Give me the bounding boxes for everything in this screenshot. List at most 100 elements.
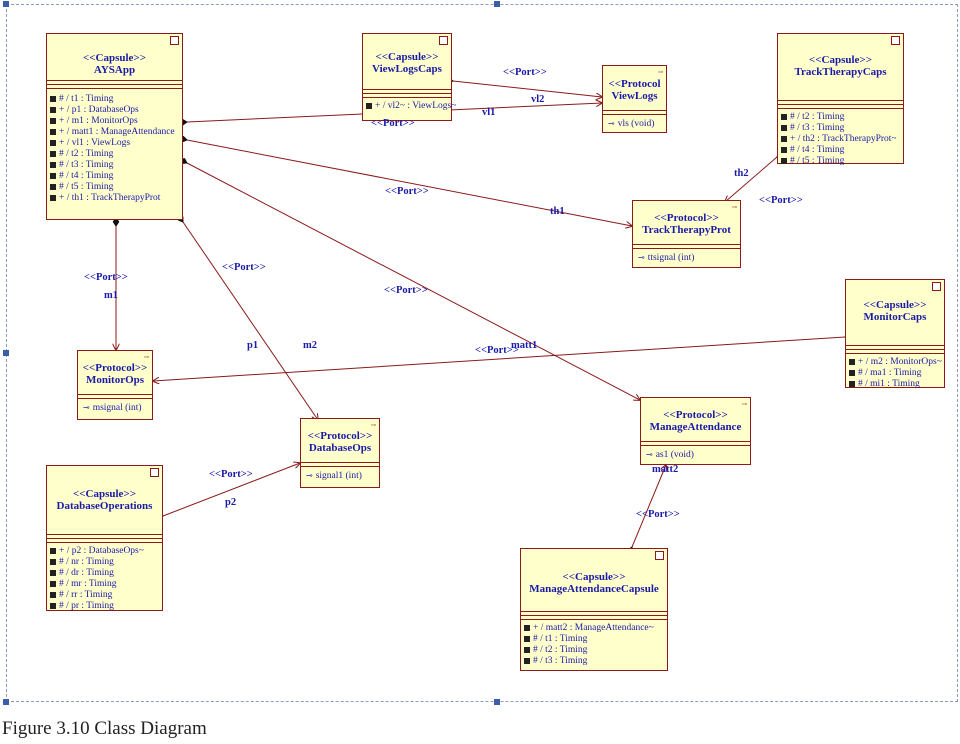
attribute-icon (781, 157, 787, 164)
port-label: <<Port>> (84, 272, 128, 283)
class-name: ManageAttendance (649, 421, 742, 433)
capsule-tracktherapycaps[interactable]: <<Capsule>> TrackTherapyCaps # / t2 : Ti… (777, 33, 904, 167)
attribute-text: # / nr : Timing (59, 557, 114, 567)
attribute-row[interactable]: + / m1 : MonitorOps (47, 116, 182, 127)
attribute-row[interactable]: # / t5 : Timing (778, 156, 903, 167)
attribute-text: # / t3 : Timing (790, 123, 845, 133)
protocol-icon: ▫▫ (732, 203, 737, 211)
attribute-row[interactable]: # / t2 : Timing (521, 645, 667, 656)
capsule-manageattendancecapsule[interactable]: <<Capsule>> ManageAttendanceCapsule + / … (520, 548, 668, 671)
attribute-icon (50, 569, 56, 576)
attribute-icon (524, 657, 530, 664)
capsule-databaseoperations[interactable]: <<Capsule>> DatabaseOperations + / p2 : … (46, 465, 163, 611)
attribute-row[interactable]: # / t2 : Timing (47, 149, 182, 160)
capsule-viewlogscaps[interactable]: <<Capsule>> ViewLogsCaps + / vl2~ : View… (362, 33, 456, 121)
operation-text: vls (void) (617, 119, 655, 129)
attribute-icon (366, 102, 372, 109)
attribute-row[interactable]: # / ma1 : Timing (846, 368, 944, 379)
attribute-row[interactable]: + / th2 : TrackTherapyProt~ (778, 134, 903, 145)
attribute-text: # / t2 : Timing (59, 149, 114, 159)
attribute-row[interactable]: # / nr : Timing (47, 557, 162, 568)
attribute-row[interactable]: + / p1 : DatabaseOps (47, 105, 182, 116)
attribute-row[interactable]: # / t1 : Timing (521, 634, 667, 645)
attribute-icon (50, 194, 56, 201)
attribute-row[interactable]: + / vl1 : ViewLogs (47, 138, 182, 149)
role-label-m2: m2 (303, 340, 317, 351)
operation-icon: ⊸ (83, 403, 90, 412)
attribute-list: + / m2 : MonitorOps~ # / ma1 : Timing # / … (846, 357, 944, 390)
operation-icon: ⊸ (306, 471, 313, 480)
attribute-text: # / pr : Timing (59, 601, 114, 611)
attribute-icon (50, 591, 56, 598)
connector-vl2[interactable] (453, 81, 602, 97)
port-label: <<Port>> (371, 118, 415, 129)
attribute-text: + / th1 : TrackTherapyProt (59, 193, 161, 203)
port-label: <<Port>> (222, 262, 266, 273)
attribute-text: # / rr : Timing (59, 590, 113, 600)
attribute-row[interactable]: # / t3 : Timing (521, 656, 667, 667)
operation-row[interactable]: ⊸ msignal (int) (78, 402, 152, 414)
attribute-row[interactable]: + / m2 : MonitorOps~ (846, 357, 944, 368)
attribute-row[interactable]: + / th1 : TrackTherapyProt (47, 193, 182, 204)
operation-row[interactable]: ⊸ signal1 (int) (301, 470, 379, 482)
attribute-list: + / matt2 : ManageAttendance~ # / t1 : Ti… (521, 623, 667, 667)
attribute-row[interactable]: # / pr : Timing (47, 601, 162, 612)
role-label-matt2: matt2 (652, 464, 679, 475)
attribute-icon (524, 635, 530, 642)
role-label-vl2: vl2 (531, 94, 545, 105)
attribute-row[interactable]: + / vl2~ : ViewLogs~ (363, 101, 456, 112)
attribute-list: # / t2 : Timing # / t3 : Timing + / th2 : … (778, 112, 903, 167)
attribute-text: # / t2 : Timing (533, 645, 588, 655)
attribute-text: + / matt2 : ManageAttendance~ (533, 623, 654, 633)
connector-th1[interactable] (187, 140, 632, 226)
attribute-row[interactable]: # / t4 : Timing (47, 171, 182, 182)
stereotype: <<Protocol (608, 78, 661, 90)
attribute-list: + / vl2~ : ViewLogs~ (363, 101, 456, 112)
protocol-icon: ▫▫ (658, 68, 663, 76)
stereotype: <<Protocol>> (82, 362, 148, 374)
capsule-icon (170, 36, 179, 45)
port-label: <<Port>> (209, 469, 253, 480)
attribute-row[interactable]: + / matt2 : ManageAttendance~ (521, 623, 667, 634)
operation-row[interactable]: ⊸ ttsignal (int) (633, 252, 740, 264)
role-label-p2: p2 (225, 497, 237, 508)
protocol-viewlogs[interactable]: ▫▫ <<Protocol ViewLogs ⊸ vls (void) (602, 65, 667, 133)
attribute-icon (50, 161, 56, 168)
attribute-row[interactable]: # / mi1 : Timing (846, 379, 944, 390)
attribute-row[interactable]: + / p2 : DatabaseOps~ (47, 546, 162, 557)
attribute-row[interactable]: # / mr : Timing (47, 579, 162, 590)
capsule-aysapp[interactable]: <<Capsule>> AYSApp # / t1 : Timing + / p1… (46, 33, 183, 220)
attribute-row[interactable]: # / t2 : Timing (778, 112, 903, 123)
attribute-row[interactable]: # / dr : Timing (47, 568, 162, 579)
attribute-row[interactable]: # / t1 : Timing (47, 94, 182, 105)
protocol-icon: ▫▫ (371, 421, 376, 429)
operation-row[interactable]: ⊸ vls (void) (603, 118, 666, 130)
attribute-row[interactable]: # / t3 : Timing (47, 160, 182, 171)
attribute-row[interactable]: # / t3 : Timing (778, 123, 903, 134)
attribute-row[interactable]: # / t4 : Timing (778, 145, 903, 156)
attribute-icon (781, 146, 787, 153)
attribute-icon (849, 380, 855, 387)
operation-list: ⊸ vls (void) (603, 118, 666, 130)
connector-matt2[interactable] (632, 465, 666, 547)
protocol-monitorops[interactable]: ▫▫ <<Protocol>> MonitorOps ⊸ msignal (int… (77, 350, 153, 420)
operation-text: as1 (void) (655, 450, 694, 460)
attribute-row[interactable]: # / t5 : Timing (47, 182, 182, 193)
attribute-icon (524, 646, 530, 653)
protocol-manageattendance[interactable]: ▫▫ <<Protocol>> ManageAttendance ⊸ as1 (v… (640, 397, 751, 465)
connector-p1[interactable] (183, 222, 318, 420)
attribute-text: + / m2 : MonitorOps~ (858, 357, 942, 367)
port-label: <<Port>> (759, 195, 803, 206)
role-label-th1: th1 (550, 206, 565, 217)
protocol-databaseops[interactable]: ▫▫ <<Protocol>> DatabaseOps ⊸ signal1 (in… (300, 418, 380, 488)
attribute-row[interactable]: + / matt1 : ManageAttendance (47, 127, 182, 138)
attribute-icon (781, 113, 787, 120)
attribute-row[interactable]: # / rr : Timing (47, 590, 162, 601)
class-name: ViewLogs (611, 90, 658, 102)
attribute-text: # / t5 : Timing (59, 182, 114, 192)
capsule-monitorcaps[interactable]: <<Capsule>> MonitorCaps + / m2 : Monitor… (845, 279, 945, 390)
protocol-tracktherapyprot[interactable]: ▫▫ <<Protocol>> TrackTherapyProt ⊸ ttsign… (632, 200, 741, 268)
operation-row[interactable]: ⊸ as1 (void) (641, 449, 750, 461)
operation-list: ⊸ msignal (int) (78, 402, 152, 414)
stereotype: <<Protocol>> (663, 409, 728, 421)
